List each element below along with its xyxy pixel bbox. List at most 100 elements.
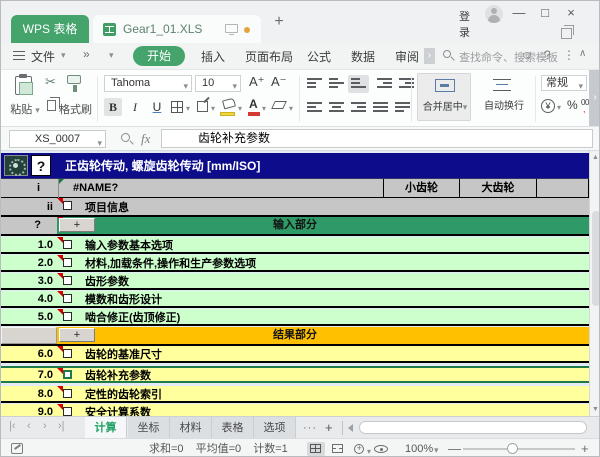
sheet-tab-options[interactable]: 选项: [254, 417, 296, 439]
row-checkbox[interactable]: [63, 389, 72, 398]
sheet-tabs-more-button[interactable]: ···: [303, 417, 317, 439]
sheet-tab-calc[interactable]: 计算: [85, 417, 127, 439]
clear-format-icon[interactable]: [271, 101, 287, 109]
feedback-icon[interactable]: ☺: [521, 48, 533, 62]
document-restore-icon[interactable]: [561, 28, 572, 39]
result-row-8[interactable]: 8.0 定性的齿轮索引: [1, 386, 589, 403]
scroll-down-icon[interactable]: ▼: [590, 406, 600, 413]
reading-view-icon[interactable]: [373, 442, 391, 456]
input-row-1[interactable]: 1.0 输入参数基本选项: [1, 237, 589, 254]
chevron-down-icon[interactable]: ▾: [434, 445, 439, 456]
input-row-2[interactable]: 2.0 材料,加载条件,操作和生产参数选项: [1, 255, 589, 272]
copy-icon[interactable]: [47, 100, 56, 111]
bold-button[interactable]: B: [104, 98, 122, 116]
page-break-view-icon[interactable]: [329, 442, 347, 456]
maximize-button[interactable]: □: [535, 4, 555, 22]
scroll-up-icon[interactable]: ▲: [590, 154, 600, 161]
align-center-icon[interactable]: [329, 102, 344, 114]
chevron-down-icon[interactable]: ▾: [289, 104, 293, 113]
vertical-scrollbar[interactable]: ▲ ▼: [589, 151, 600, 416]
align-top-icon[interactable]: [307, 78, 322, 90]
quick-access-more-icon[interactable]: »: [83, 47, 90, 61]
underline-button[interactable]: U: [148, 98, 166, 116]
distributed-icon[interactable]: [395, 102, 410, 114]
name-box[interactable]: XS_0007▾: [9, 130, 106, 148]
draw-border-icon[interactable]: [197, 101, 208, 112]
borders-icon[interactable]: [171, 101, 183, 113]
row-checkbox[interactable]: [63, 201, 72, 210]
result-row-7-selected[interactable]: 7.0 齿轮补充参数: [1, 366, 589, 383]
tab-insert[interactable]: 插入: [201, 48, 225, 65]
decrease-indent-icon[interactable]: [377, 78, 392, 90]
paste-button[interactable]: 粘贴 ▾: [5, 101, 45, 117]
input-row-5[interactable]: 5.0 啮合修正(齿顶修正): [1, 309, 589, 326]
app-home-tab[interactable]: WPS 表格: [11, 15, 89, 43]
selection-mode-icon[interactable]: [11, 443, 23, 454]
menu-file[interactable]: 文件: [31, 48, 55, 65]
row-checkbox[interactable]: [63, 276, 72, 285]
align-bottom-icon[interactable]: [348, 75, 369, 93]
expand-section-button[interactable]: +: [59, 218, 95, 232]
zoom-slider-knob[interactable]: [507, 443, 518, 454]
first-sheet-button[interactable]: |‹: [9, 420, 16, 432]
ribbon-tabs-scroll-button[interactable]: ›: [424, 48, 435, 64]
currency-format-icon[interactable]: ¥: [541, 99, 555, 113]
paste-icon[interactable]: [15, 76, 32, 95]
ribbon-scroll-button[interactable]: ›: [589, 70, 600, 126]
fx-icon[interactable]: fx: [141, 131, 150, 147]
insert-function-icon[interactable]: [121, 133, 130, 142]
login-button[interactable]: 登录: [459, 8, 470, 40]
italic-button[interactable]: I: [126, 98, 144, 116]
row-checkbox[interactable]: [63, 258, 72, 267]
percent-format-icon[interactable]: %: [567, 98, 578, 112]
chevron-down-icon[interactable]: ▾: [262, 104, 266, 113]
formula-input[interactable]: 齿轮补充参数: [161, 129, 593, 148]
decrease-font-button[interactable]: A⁻: [271, 74, 287, 90]
close-button[interactable]: ×: [561, 4, 581, 22]
justify-icon[interactable]: [373, 102, 388, 114]
tab-home[interactable]: 开始: [133, 46, 185, 66]
project-info-row[interactable]: ii 项目信息: [1, 198, 589, 217]
row-checkbox[interactable]: [63, 407, 72, 416]
sheet-tab-tables[interactable]: 表格: [212, 417, 254, 439]
collapse-ribbon-icon[interactable]: ∧: [579, 48, 586, 59]
font-name-select[interactable]: Tahoma▾: [104, 75, 192, 92]
result-row-6[interactable]: 6.0 齿轮的基准尺寸: [1, 346, 589, 363]
last-sheet-button[interactable]: ›|: [58, 420, 65, 432]
row-checkbox[interactable]: [63, 349, 72, 358]
chevron-down-icon[interactable]: ▾: [238, 104, 242, 113]
fill-color-icon[interactable]: [222, 98, 236, 110]
scrollbar-thumb[interactable]: [592, 211, 600, 306]
pinion-column-header[interactable]: 小齿轮: [384, 179, 460, 198]
result-row-9[interactable]: 9.0 安全计算系数: [1, 404, 589, 416]
zoom-in-button[interactable]: +: [581, 439, 589, 457]
font-size-select[interactable]: 10▾: [195, 75, 241, 92]
zoom-slider-track[interactable]: [463, 448, 575, 450]
previous-sheet-button[interactable]: ‹: [27, 420, 31, 432]
input-row-4[interactable]: 4.0 模数和齿形设计: [1, 291, 589, 308]
row-checkbox[interactable]: [63, 294, 72, 303]
align-left-icon[interactable]: [307, 102, 322, 114]
row-checkbox[interactable]: [63, 370, 72, 379]
minimize-button[interactable]: —: [509, 4, 529, 22]
chevron-down-icon[interactable]: ▾: [109, 50, 114, 61]
increase-font-button[interactable]: A⁺: [249, 74, 265, 90]
help-icon[interactable]: ?: [544, 48, 551, 62]
normal-view-icon[interactable]: [307, 442, 325, 456]
format-painter-button[interactable]: 格式刷: [59, 101, 92, 117]
new-document-tab-button[interactable]: +: [269, 12, 289, 32]
align-right-icon[interactable]: [351, 102, 366, 114]
tab-data[interactable]: 数据: [351, 48, 375, 65]
align-middle-icon[interactable]: [329, 78, 344, 90]
hscroll-left-icon[interactable]: [348, 424, 353, 432]
horizontal-scrollbar[interactable]: [359, 421, 587, 434]
zoom-level-value[interactable]: 100%: [405, 439, 433, 457]
format-painter-icon[interactable]: [67, 75, 81, 84]
wrap-text-button[interactable]: 自动换行: [477, 73, 531, 121]
chevron-down-icon[interactable]: ▾: [186, 104, 190, 113]
name-error-cell[interactable]: #NAME?: [59, 179, 384, 198]
chevron-down-icon[interactable]: ▾: [557, 103, 561, 112]
hamburger-menu-icon[interactable]: [13, 51, 25, 60]
empty-header-cell[interactable]: [537, 179, 589, 198]
merge-center-button[interactable]: 合并居中▾: [417, 73, 471, 121]
